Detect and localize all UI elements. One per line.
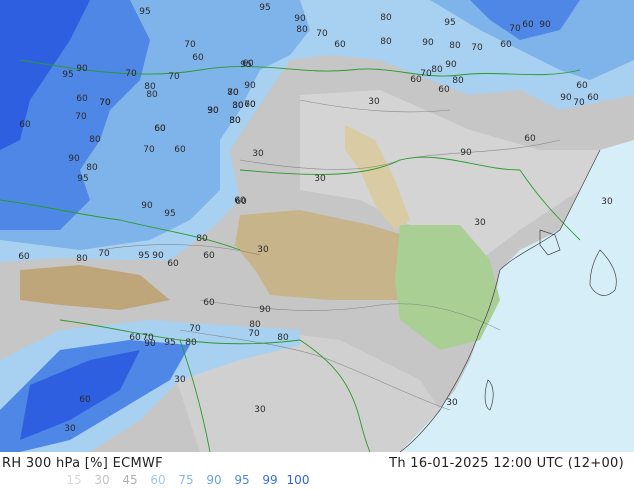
- contour-label: 95: [240, 60, 251, 70]
- contour-label: 80: [76, 254, 88, 264]
- legend-item: 15: [66, 473, 82, 487]
- contour-label: 60: [576, 81, 588, 91]
- contour-label: 60: [203, 298, 215, 308]
- contour-label: 30: [64, 424, 76, 434]
- contour-label: 70: [142, 333, 154, 343]
- contour-label: 90: [259, 305, 271, 315]
- contour-label: 70: [99, 98, 111, 108]
- color-legend: 15 30 45 60 75 90 95 99 100: [60, 473, 312, 489]
- contour-label: 70: [316, 29, 328, 39]
- rh-map: 95 9590 80 9570 60 9080 7060 80 90 80 70 6070606070…: [0, 0, 634, 452]
- contour-label: 70: [125, 69, 137, 79]
- contour-label: 80: [431, 65, 443, 75]
- contour-label: 95: [444, 18, 455, 28]
- contour-label: 60: [410, 75, 422, 85]
- contour-label: 60: [587, 93, 599, 103]
- contour-label: 70: [573, 98, 585, 108]
- contour-label: 90: [460, 148, 472, 158]
- map-footer: RH 300 hPa [%] ECMWF Th 16-01-2025 12:00…: [0, 452, 634, 490]
- contour-label: 60: [244, 100, 256, 110]
- legend-item: 30: [94, 473, 110, 487]
- legend-item: 45: [122, 473, 138, 487]
- contour-label: 80: [277, 333, 289, 343]
- contour-label: 70: [98, 249, 110, 259]
- contour-label: 90: [539, 20, 551, 30]
- contour-label: 70: [471, 43, 483, 53]
- contour-label: 80: [146, 90, 158, 100]
- contour-label: 70: [509, 24, 521, 34]
- contour-label: 30: [207, 106, 219, 116]
- contour-label: 60: [235, 197, 247, 207]
- contour-label: 70: [184, 40, 196, 50]
- contour-label: 90: [445, 60, 457, 70]
- legend-item: 60: [150, 473, 166, 487]
- contour-label: 90: [294, 14, 306, 24]
- contour-label: 80: [452, 76, 464, 86]
- contour-label: 70: [227, 88, 239, 98]
- contour-label: 30: [174, 375, 186, 385]
- contour-label: 30: [254, 405, 266, 415]
- contour-label: 60: [79, 395, 91, 405]
- contour-label: 30: [252, 149, 264, 159]
- contour-label: 80: [196, 234, 208, 244]
- contour-label: 30: [474, 218, 486, 228]
- contour-label: 60: [203, 251, 215, 261]
- contour-label: 30: [229, 116, 241, 126]
- contour-label: 70: [143, 145, 155, 155]
- contour-label: 60: [522, 20, 534, 30]
- legend-item: 95: [234, 473, 250, 487]
- contour-label: 95: [259, 3, 270, 13]
- contour-label: 70: [75, 112, 87, 122]
- contour-label: 80: [296, 25, 308, 35]
- contour-label: 80: [89, 135, 101, 145]
- valid-time: Th 16-01-2025 12:00 UTC (12+00): [389, 456, 624, 471]
- contour-label: 60: [129, 333, 141, 343]
- contour-label: 80: [449, 41, 461, 51]
- map-title: RH 300 hPa [%] ECMWF: [2, 456, 163, 471]
- contour-label: 30: [257, 245, 269, 255]
- contour-label: 95: [77, 174, 88, 184]
- contour-label: 30: [368, 97, 380, 107]
- contour-label: 60: [154, 124, 166, 134]
- contour-label: 60: [500, 40, 512, 50]
- contour-label: 60: [192, 53, 204, 63]
- contour-label: 60: [334, 40, 346, 50]
- contour-label: 80: [380, 13, 392, 23]
- contour-label: 90: [141, 201, 153, 211]
- contour-label: 60: [524, 134, 536, 144]
- contour-label: 80: [185, 338, 197, 348]
- contour-label: 60: [18, 252, 30, 262]
- legend-item: 90: [206, 473, 222, 487]
- contour-label: 70: [168, 72, 180, 82]
- contour-label: 70: [248, 329, 260, 339]
- contour-label: 70: [189, 324, 201, 334]
- legend-item: 100: [286, 473, 310, 487]
- contour-label: 95: [164, 338, 175, 348]
- contour-label: 90: [68, 154, 80, 164]
- contour-label: 60: [19, 120, 31, 130]
- contour-label: 95: [139, 7, 150, 17]
- contour-label: 80: [380, 37, 392, 47]
- contour-label: 60: [76, 94, 88, 104]
- contour-label: 90: [560, 93, 572, 103]
- contour-label: 70: [420, 69, 432, 79]
- contour-label: 80: [86, 163, 98, 173]
- contour-label: 90: [422, 38, 434, 48]
- contour-label: 95: [164, 209, 175, 219]
- contour-label: 60: [167, 259, 179, 269]
- contour-label: 60: [438, 85, 450, 95]
- legend-item: 99: [262, 473, 278, 487]
- contour-label: 30: [601, 197, 613, 207]
- contour-label: 90: [76, 64, 88, 74]
- contour-label: 90: [152, 251, 164, 261]
- contour-label: 95: [138, 251, 149, 261]
- contour-label: 30: [232, 101, 244, 111]
- contour-label: 95: [62, 70, 73, 80]
- contour-label: 90: [244, 81, 256, 91]
- contour-label: 60: [174, 145, 186, 155]
- legend-item: 75: [178, 473, 194, 487]
- contour-label: 30: [314, 174, 326, 184]
- contour-label: 30: [446, 398, 458, 408]
